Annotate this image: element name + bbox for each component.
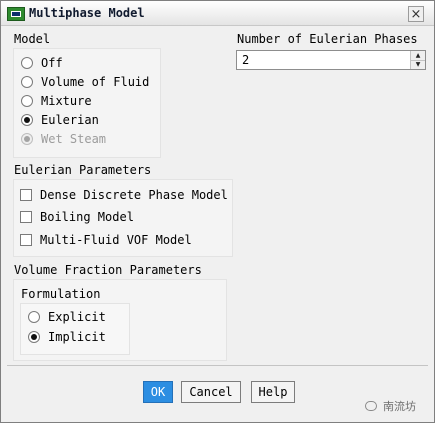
multi-fluid-vof-checkbox[interactable] xyxy=(20,234,32,246)
volume-fraction-group: Formulation Explicit Implicit xyxy=(13,279,227,361)
watermark: 南流坊 xyxy=(365,398,416,414)
model-option-label: Off xyxy=(41,56,63,70)
radio-wet-steam xyxy=(21,133,33,145)
dense-discrete-phase-option[interactable]: Dense Discrete Phase Model xyxy=(20,186,228,204)
model-option-label: Wet Steam xyxy=(41,132,107,146)
boiling-model-checkbox[interactable] xyxy=(20,211,32,223)
ok-button[interactable]: OK xyxy=(143,381,173,403)
formulation-group: Explicit Implicit xyxy=(20,303,130,355)
phases-value[interactable]: 2 xyxy=(242,53,249,67)
multiphase-model-dialog: Multiphase Model × Model Off Volume of F… xyxy=(0,0,435,423)
eulerian-option-label: Multi-Fluid VOF Model xyxy=(40,233,192,247)
close-icon: × xyxy=(410,7,422,22)
help-button[interactable]: Help xyxy=(251,381,295,403)
multi-fluid-vof-option[interactable]: Multi-Fluid VOF Model xyxy=(20,231,192,249)
phases-label: Number of Eulerian Phases xyxy=(237,32,418,46)
dense-discrete-phase-checkbox[interactable] xyxy=(20,189,32,201)
button-separator xyxy=(7,365,428,366)
phases-stepper[interactable]: 2 ▲ ▼ xyxy=(236,50,426,70)
eulerian-option-label: Boiling Model xyxy=(40,210,134,224)
model-option-mixture[interactable]: Mixture xyxy=(21,92,92,110)
stepper-down-icon[interactable]: ▼ xyxy=(411,60,425,69)
model-group: Off Volume of Fluid Mixture Eulerian Wet… xyxy=(13,48,161,158)
formulation-option-label: Explicit xyxy=(48,310,106,324)
model-option-off[interactable]: Off xyxy=(21,54,63,72)
model-heading: Model xyxy=(14,32,51,46)
stepper-buttons: ▲ ▼ xyxy=(410,51,425,69)
radio-eulerian[interactable] xyxy=(21,114,33,126)
eulerian-parameters-group: Dense Discrete Phase Model Boiling Model… xyxy=(13,179,233,257)
radio-explicit[interactable] xyxy=(28,311,40,323)
formulation-option-implicit[interactable]: Implicit xyxy=(28,328,106,346)
boiling-model-option[interactable]: Boiling Model xyxy=(20,208,134,226)
cancel-button[interactable]: Cancel xyxy=(181,381,241,403)
watermark-text: 南流坊 xyxy=(383,400,416,413)
chat-icon xyxy=(365,401,377,411)
model-option-volume-of-fluid[interactable]: Volume of Fluid xyxy=(21,73,149,91)
radio-off[interactable] xyxy=(21,57,33,69)
model-option-label: Volume of Fluid xyxy=(41,75,150,89)
formulation-option-explicit[interactable]: Explicit xyxy=(28,308,106,326)
model-option-label: Mixture xyxy=(41,94,92,108)
model-option-label: Eulerian xyxy=(41,113,99,127)
formulation-option-label: Implicit xyxy=(48,330,106,344)
eulerian-parameters-heading: Eulerian Parameters xyxy=(14,163,152,177)
app-icon xyxy=(7,7,25,21)
eulerian-option-label: Dense Discrete Phase Model xyxy=(40,188,228,202)
formulation-heading: Formulation xyxy=(21,287,101,301)
model-option-wet-steam: Wet Steam xyxy=(21,130,106,148)
radio-implicit[interactable] xyxy=(28,331,40,343)
model-option-eulerian[interactable]: Eulerian xyxy=(21,111,99,129)
radio-volume-of-fluid[interactable] xyxy=(21,76,33,88)
radio-mixture[interactable] xyxy=(21,95,33,107)
window-title: Multiphase Model xyxy=(29,6,145,20)
volume-fraction-heading: Volume Fraction Parameters xyxy=(14,263,202,277)
close-button[interactable]: × xyxy=(408,6,424,22)
title-bar: Multiphase Model × xyxy=(1,1,434,26)
